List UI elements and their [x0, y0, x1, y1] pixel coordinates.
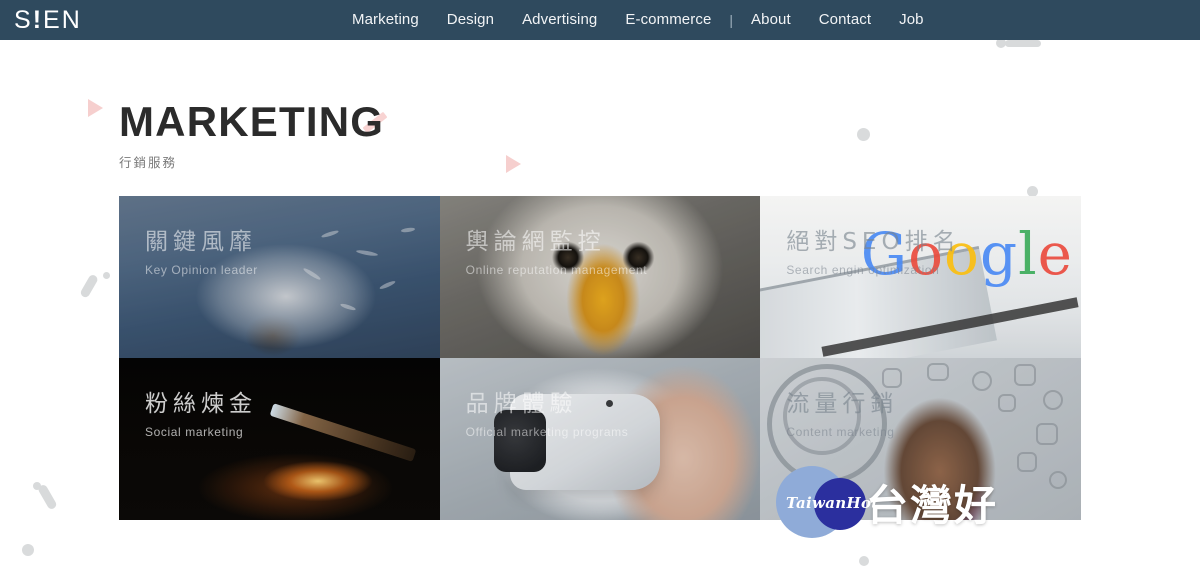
card-title-cn: 品牌體驗	[465, 391, 578, 417]
page-subtitle: 行銷服務	[119, 155, 178, 170]
nav-links: Marketing Design Advertising E-commerce …	[338, 0, 938, 40]
card-caption: 關鍵風靡 Key Opinion leader	[145, 228, 258, 277]
card-overlay-veil	[439, 196, 761, 358]
decor-comet-left-upper	[79, 272, 110, 304]
taiwanhot-watermark: TaiwanHot 台灣好	[776, 466, 998, 538]
card-title-en: Online reputation management	[465, 263, 648, 277]
decor-triangle-left	[88, 99, 103, 117]
page-root: S!EN Marketing Design Advertising E-comm…	[0, 0, 1200, 569]
decor-dot-bottom-mid	[859, 556, 869, 566]
nav-item-about[interactable]: About	[737, 0, 805, 40]
site-logo[interactable]: S!EN	[14, 4, 82, 36]
decor-triangle-mid	[506, 155, 521, 173]
card-title-cn: 粉絲煉金	[145, 391, 257, 417]
card-caption: 絕對SEO排名 Search engin optimization	[786, 228, 960, 277]
top-navigation-bar: S!EN Marketing Design Advertising E-comm…	[0, 0, 1200, 40]
card-caption: 品牌體驗 Official marketing programs	[466, 390, 629, 439]
decor-dot-bottom-left	[22, 544, 34, 556]
card-caption: 輿論網監控 Online reputation management	[466, 228, 648, 277]
watermark-logo-icon: TaiwanHot	[776, 466, 878, 538]
decor-dot-top-right	[857, 128, 870, 141]
card-overlay-veil	[119, 358, 440, 520]
watermark-cn-text: 台灣好	[866, 480, 999, 530]
nav-item-design[interactable]: Design	[433, 0, 508, 40]
card-title-cn: 流量行銷	[786, 391, 899, 417]
card-title-en: Key Opinion leader	[145, 263, 258, 277]
nav-item-marketing[interactable]: Marketing	[338, 0, 433, 40]
card-caption: 粉絲煉金 Social marketing	[145, 390, 257, 439]
watermark-brand-text: TaiwanHot	[786, 494, 879, 512]
decor-comet-left-lower	[33, 482, 58, 516]
nav-item-ecommerce[interactable]: E-commerce	[611, 0, 725, 40]
card-overlay-veil	[760, 196, 1081, 358]
card-caption: 流量行銷 Content marketing	[786, 390, 898, 439]
card-title-en: Content marketing	[786, 425, 895, 439]
card-title-en: Social marketing	[145, 425, 244, 439]
card-title-cn: 輿論網監控	[465, 229, 606, 255]
page-title: MARKETING	[119, 98, 385, 145]
service-card-key-opinion-leader[interactable]: 關鍵風靡 Key Opinion leader	[119, 196, 440, 358]
service-card-brand-experience[interactable]: 品牌體驗 Official marketing programs	[439, 358, 761, 520]
service-card-social-marketing[interactable]: 粉絲煉金 Social marketing	[119, 358, 440, 520]
service-card-seo[interactable]: Google 絕對SEO排名 Search engin optimization	[760, 196, 1081, 358]
card-overlay-veil	[439, 358, 761, 520]
nav-item-contact[interactable]: Contact	[805, 0, 885, 40]
site-logo-text: S!EN	[14, 6, 82, 34]
service-card-online-reputation[interactable]: 輿論網監控 Online reputation management	[439, 196, 761, 358]
card-title-cn: 絕對SEO排名	[786, 229, 961, 255]
card-title-en: Official marketing programs	[465, 425, 629, 439]
nav-item-advertising[interactable]: Advertising	[508, 0, 611, 40]
card-overlay-veil	[119, 196, 440, 358]
page-header: MARKETING 行銷服務	[119, 98, 384, 171]
nav-separator: |	[729, 12, 734, 28]
nav-item-job[interactable]: Job	[885, 0, 938, 40]
card-title-en: Search engin optimization	[786, 263, 940, 277]
card-title-cn: 關鍵風靡	[145, 229, 257, 255]
